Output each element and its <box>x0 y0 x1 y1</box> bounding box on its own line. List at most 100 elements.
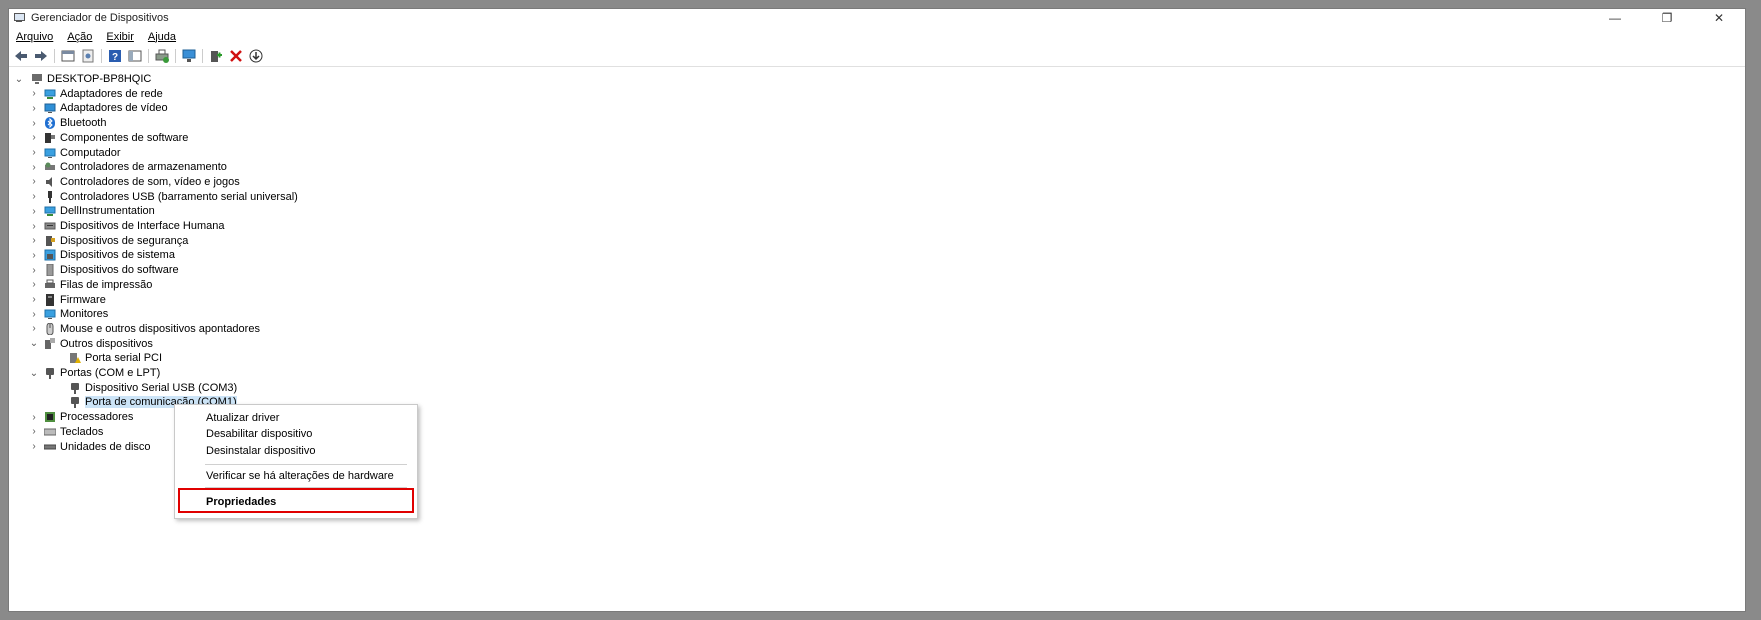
forward-arrow-icon[interactable] <box>33 48 49 64</box>
display-adapter-icon <box>44 102 56 114</box>
network-adapter-icon <box>44 88 56 100</box>
menu-item-label: Desabilitar dispositivo <box>206 428 313 440</box>
window-controls: — ❐ ✕ <box>1589 9 1745 27</box>
chevron-right-icon[interactable]: › <box>29 309 39 320</box>
tree-item-label: Unidades de disco <box>60 440 151 453</box>
uninstall-x-icon[interactable] <box>228 48 244 64</box>
add-driver-icon[interactable] <box>208 48 224 64</box>
menu-acao[interactable]: Ação <box>60 31 99 43</box>
tree-item-outros-dispositivos[interactable]: ⌄ Outros dispositivos <box>30 336 153 352</box>
other-devices-icon <box>44 337 56 350</box>
chevron-right-icon[interactable]: › <box>29 412 39 423</box>
chevron-right-icon[interactable]: › <box>29 441 39 452</box>
chevron-right-icon[interactable]: › <box>29 206 39 217</box>
tree-item-dellinstrumentation[interactable]: › DellInstrumentation <box>32 203 154 219</box>
context-menu: Atualizar driver Desabilitar dispositivo… <box>174 404 418 519</box>
tree-item-mouse-e-outros-dispositivos-apontadores[interactable]: › Mouse e outros dispositivos apontadores <box>32 321 260 337</box>
tree-item-teclados[interactable]: › Teclados <box>32 424 103 440</box>
tree-item-dispositivos-do-software[interactable]: › Dispositivos do software <box>32 262 179 278</box>
chevron-right-icon[interactable]: › <box>29 118 39 129</box>
device-manager-app-icon <box>13 13 25 23</box>
software-component-icon <box>44 132 56 144</box>
tree-item-controladores-de-armazenamento[interactable]: › Controladores de armazenamento <box>32 159 227 175</box>
disk-drive-icon <box>43 441 57 453</box>
chevron-right-icon[interactable]: › <box>29 132 39 143</box>
chevron-right-icon[interactable]: › <box>29 103 39 114</box>
chevron-right-icon[interactable]: › <box>29 147 39 158</box>
tree-item-computador[interactable]: › Computador <box>32 145 121 161</box>
menu-ajuda[interactable]: Ajuda <box>141 31 183 43</box>
print-icon[interactable] <box>154 48 170 64</box>
computer-icon <box>44 147 56 159</box>
tree-item-processadores[interactable]: › Processadores <box>32 409 134 425</box>
tree-item-filas-de-impressao[interactable]: › Filas de impressão <box>32 277 153 293</box>
menu-arquivo[interactable]: Arquivo <box>9 31 60 43</box>
chevron-down-icon[interactable]: ⌄ <box>29 338 39 349</box>
help-icon[interactable]: ? <box>107 48 123 64</box>
chevron-right-icon[interactable]: › <box>29 221 39 232</box>
update-driver-icon[interactable] <box>80 48 96 64</box>
tree-item-adaptadores-de-rede[interactable]: › Adaptadores de rede <box>32 86 162 102</box>
menu-item-desabilitar-dispositivo[interactable]: Desabilitar dispositivo <box>206 426 312 442</box>
device-manager-window: Gerenciador de Dispositivos — ❐ ✕ Arquiv… <box>8 8 1746 612</box>
tree-item-label: Computador <box>60 146 121 159</box>
toolbar-separator <box>54 49 55 63</box>
tree-item-adaptadores-de-video[interactable]: › Adaptadores de vídeo <box>32 100 167 116</box>
toolbar-separator <box>101 49 102 63</box>
port-icon <box>44 367 56 379</box>
tree-item-controladores-de-som-video-e-jogos[interactable]: › Controladores de som, vídeo e jogos <box>32 174 239 190</box>
tree-item-controladores-usb-barramento-serial-universal[interactable]: › Controladores USB (barramento serial un… <box>32 189 298 205</box>
tree-item-dispositivos-de-interface-humana[interactable]: › Dispositivos de Interface Humana <box>32 218 224 234</box>
monitor-icon <box>44 308 56 320</box>
chevron-right-icon[interactable]: › <box>29 279 39 290</box>
tree-item-label: Portas (COM e LPT) <box>60 367 161 379</box>
menu-item-atualizar-driver[interactable]: Atualizar driver <box>206 410 279 426</box>
chevron-right-icon[interactable]: › <box>29 191 39 202</box>
chevron-right-icon[interactable]: › <box>29 176 39 187</box>
menu-item-label: Atualizar driver <box>206 412 280 424</box>
chevron-down-icon[interactable]: ⌄ <box>29 368 39 379</box>
tree-item-bluetooth[interactable]: › Bluetooth <box>32 115 106 131</box>
minimize-button[interactable]: — <box>1589 9 1641 27</box>
tree-item-dispositivos-de-seguranca[interactable]: › Dispositivos de segurança <box>32 233 188 249</box>
tree-item-unidades-de-disco[interactable]: › Unidades de disco <box>32 439 151 455</box>
chevron-right-icon[interactable]: › <box>29 250 39 261</box>
menu-item-label: Verificar se há alterações de hardware <box>206 470 394 482</box>
tree-child-dispositivo-serial-usb-com3[interactable]: Dispositivo Serial USB (COM3) <box>69 380 237 396</box>
chevron-right-icon[interactable]: › <box>29 265 39 276</box>
chevron-right-icon[interactable]: › <box>29 235 39 246</box>
tree-item-monitores[interactable]: › Monitores <box>32 306 108 322</box>
keyboard-icon <box>43 426 57 438</box>
tree-item-label: Firmware <box>60 293 106 306</box>
menu-item-desinstalar-dispositivo[interactable]: Desinstalar dispositivo <box>206 443 315 459</box>
tree-item-label: Controladores USB (barramento serial uni… <box>60 190 298 203</box>
properties-sheet-icon[interactable] <box>60 48 76 64</box>
tree-item-firmware[interactable]: › Firmware <box>32 292 106 308</box>
tree-child-porta-serial-pci[interactable]: Porta serial PCI <box>69 350 162 366</box>
menu-item-verificar-alteracoes-hardware[interactable]: Verificar se há alterações de hardware <box>206 468 394 484</box>
chevron-right-icon[interactable]: › <box>29 426 39 437</box>
toolbar-separator <box>148 49 149 63</box>
toolbar-separator <box>175 49 176 63</box>
chevron-right-icon[interactable]: › <box>29 88 39 99</box>
speaker-icon <box>44 176 56 188</box>
tree-item-label: Filas de impressão <box>60 278 153 291</box>
tree-item-portas-com-e-lpt[interactable]: ⌄ Portas (COM e LPT) <box>30 365 161 381</box>
scan-hardware-icon[interactable] <box>181 48 197 64</box>
tree-root[interactable]: ⌄ DESKTOP-BP8HQIC <box>13 71 152 87</box>
tree-item-componentes-de-software[interactable]: › Componentes de software <box>32 130 188 146</box>
download-icon[interactable] <box>248 48 264 64</box>
restore-button[interactable]: ❐ <box>1641 9 1693 27</box>
chevron-right-icon[interactable]: › <box>29 323 39 334</box>
menu-exibir[interactable]: Exibir <box>99 31 141 43</box>
close-button[interactable]: ✕ <box>1693 9 1745 27</box>
processor-icon <box>44 411 56 423</box>
chevron-right-icon[interactable]: › <box>29 162 39 173</box>
tree-item-label: Processadores <box>60 411 134 424</box>
chevron-right-icon[interactable]: › <box>29 294 39 305</box>
chevron-down-icon[interactable]: ⌄ <box>13 74 25 85</box>
back-arrow-icon[interactable] <box>13 48 29 64</box>
show-hide-console-tree-icon[interactable] <box>127 48 143 64</box>
software-device-icon <box>44 263 56 277</box>
tree-item-dispositivos-de-sistema[interactable]: › Dispositivos de sistema <box>32 247 175 263</box>
